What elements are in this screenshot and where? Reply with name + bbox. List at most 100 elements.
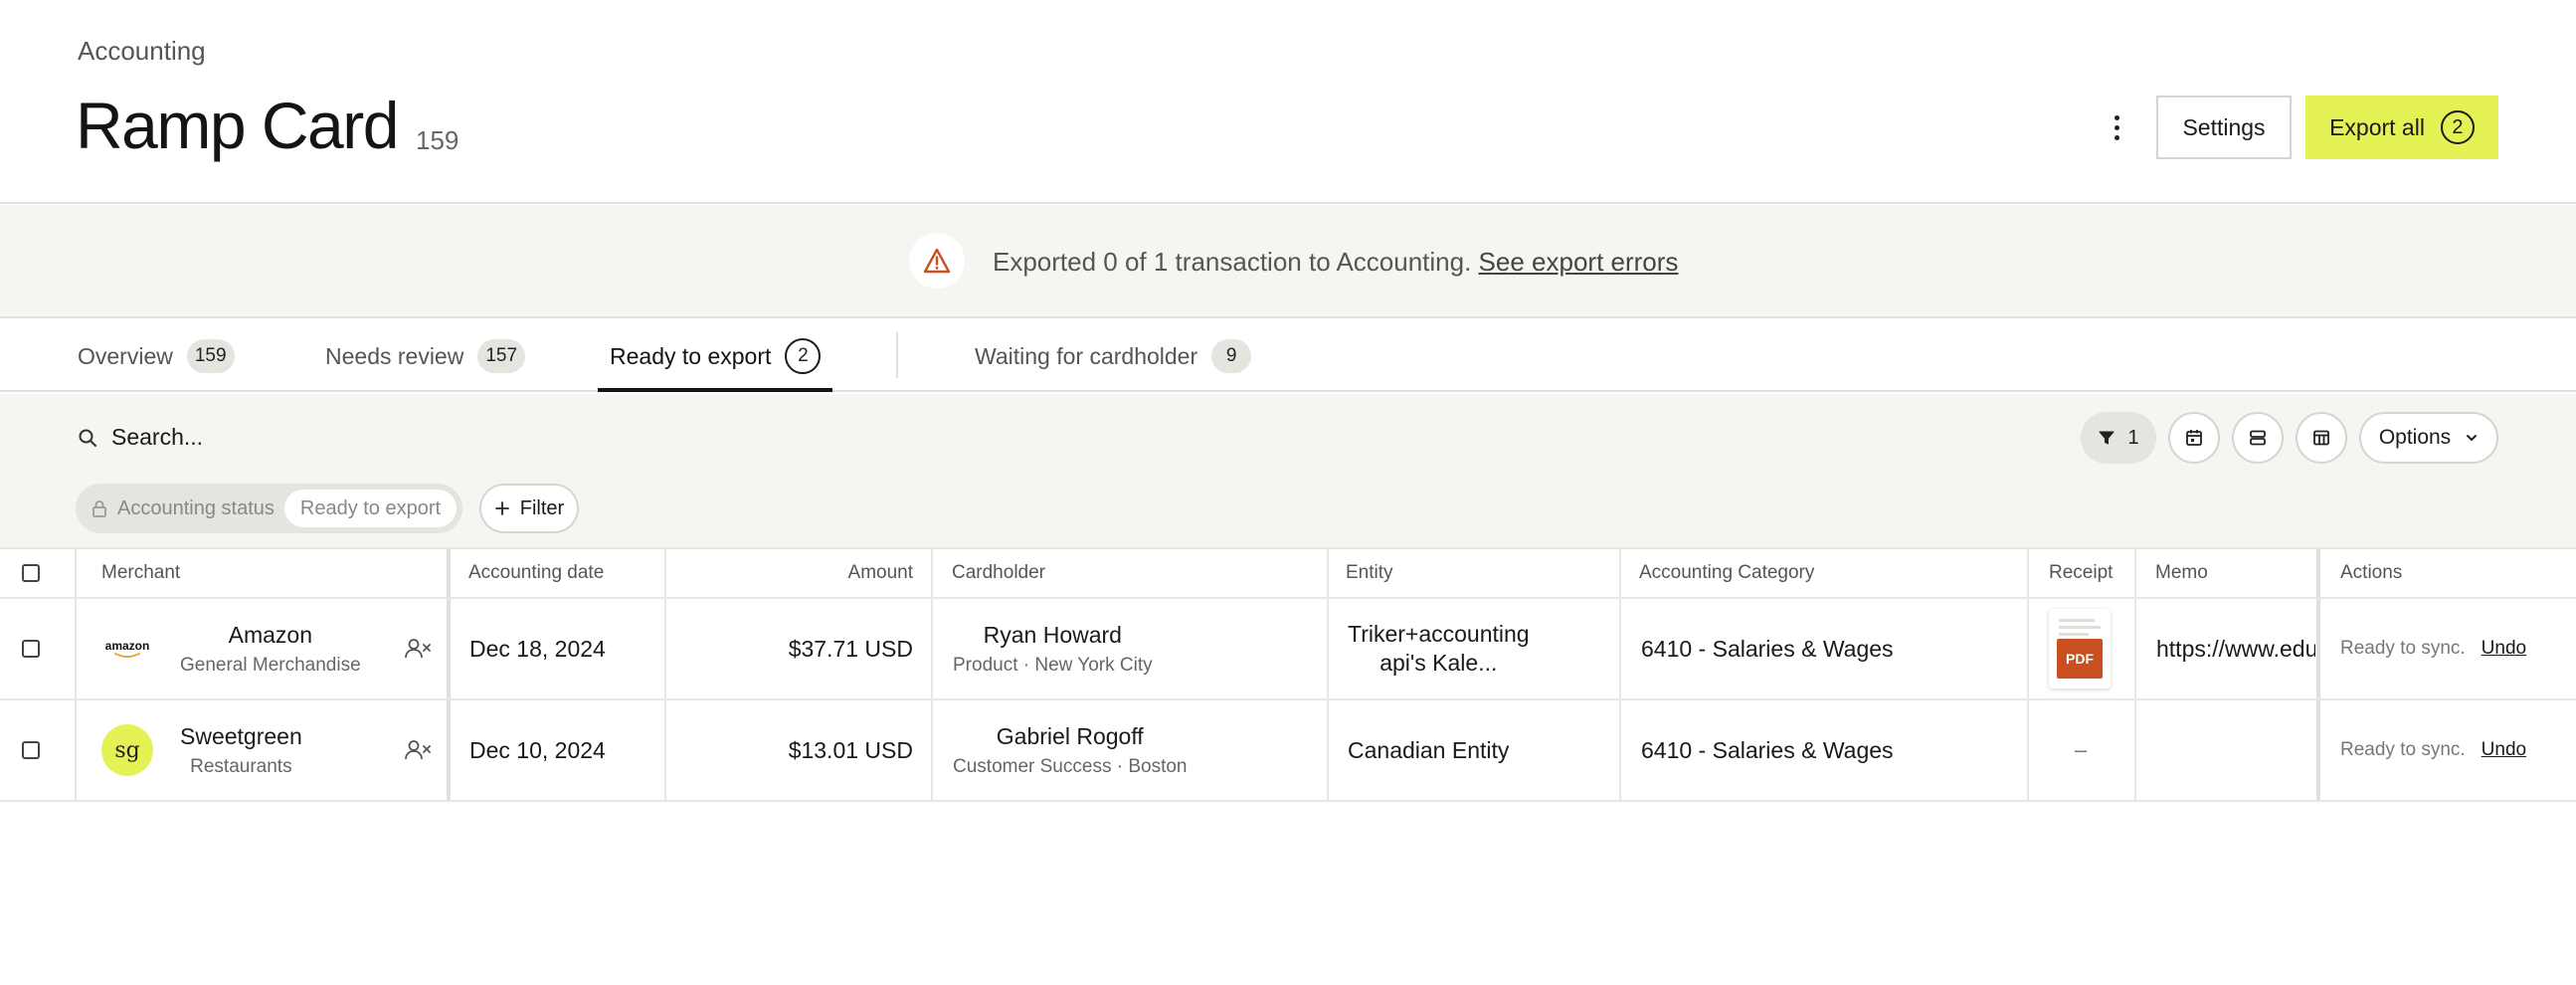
sweetgreen-logo: sg <box>101 724 153 776</box>
settings-button[interactable]: Settings <box>2156 96 2292 159</box>
tab-label: Waiting for cardholder <box>975 342 1198 369</box>
table-toolbar: Search... 1 Options Accounting status Re… <box>0 394 2576 547</box>
search-icon <box>79 429 96 447</box>
more-options-icon[interactable] <box>2099 109 2134 145</box>
banner-message-wrap: Exported 0 of 1 transaction to Accountin… <box>993 247 1678 278</box>
options-label: Options <box>2378 426 2452 449</box>
merchant-name: Sweetgreen <box>180 722 302 749</box>
tab-count-badge: 157 <box>477 339 526 373</box>
page-header: Accounting Ramp Card 159 Settings Export… <box>0 0 2576 204</box>
tab-ready-to-export[interactable]: Ready to export 2 <box>610 320 822 392</box>
select-all-checkbox[interactable] <box>22 549 40 597</box>
page-count: 159 <box>416 125 460 155</box>
tab-needs-review[interactable]: Needs review 157 <box>325 320 526 392</box>
export-all-button[interactable]: Export all 2 <box>2305 96 2498 159</box>
accounting-date[interactable]: Dec 10, 2024 <box>469 700 606 800</box>
amazon-logo: amazon <box>101 623 153 675</box>
column-header-accounting-date[interactable]: Accounting date <box>468 549 604 597</box>
tab-overview[interactable]: Overview 159 <box>78 320 235 392</box>
tab-waiting-for-cardholder[interactable]: Waiting for cardholder 9 <box>975 320 1252 392</box>
sync-status: Ready to sync. <box>2340 739 2466 760</box>
chip-label: Accounting status <box>117 496 275 519</box>
receipt-thumbnail[interactable]: PDF <box>2049 599 2111 698</box>
chip-value: Ready to export <box>283 490 458 527</box>
group-by-button[interactable] <box>2232 412 2284 464</box>
row-checkbox[interactable] <box>22 700 40 800</box>
user-remove-icon[interactable] <box>404 700 432 800</box>
cardholder-detail: Customer Success · Boston <box>953 755 1188 777</box>
tab-label: Overview <box>78 342 173 369</box>
options-dropdown[interactable]: Options <box>2359 412 2498 464</box>
merchant-name: Amazon <box>228 621 313 648</box>
amount: $37.71 USD <box>788 635 913 662</box>
cardholder-cell: Gabriel Rogoff Customer Success · Boston <box>953 700 1187 800</box>
column-header-accounting-category[interactable]: Accounting Category <box>1639 549 1814 597</box>
search-placeholder: Search... <box>111 424 204 450</box>
pdf-label: PDF <box>2057 639 2103 679</box>
cardholder-cell: Ryan Howard Product · New York City <box>953 599 1153 698</box>
accounting-date[interactable]: Dec 18, 2024 <box>469 599 606 698</box>
merchant-cell: Sweetgreen Restaurants <box>180 700 302 800</box>
tab-label: Needs review <box>325 342 464 369</box>
row-checkbox[interactable] <box>22 599 40 698</box>
tab-divider <box>896 332 898 378</box>
accounting-category[interactable]: 6410 - Salaries & Wages <box>1641 700 1894 800</box>
undo-link[interactable]: Undo <box>2482 638 2526 660</box>
memo[interactable]: https://www.edu <box>2156 599 2315 698</box>
accounting-category[interactable]: 6410 - Salaries & Wages <box>1641 599 1894 698</box>
cardholder-name: Ryan Howard <box>983 621 1122 648</box>
accounting-status-chip: Accounting status Ready to export <box>76 484 463 533</box>
see-export-errors-link[interactable]: See export errors <box>1479 247 1679 277</box>
tab-count-badge: 9 <box>1211 339 1252 373</box>
entity-line-1: Triker+accounting <box>1348 621 1530 647</box>
calendar-icon <box>2186 430 2202 446</box>
column-header-amount[interactable]: Amount <box>666 549 913 597</box>
banner-message: Exported 0 of 1 transaction to Accountin… <box>993 247 1472 277</box>
column-header-cardholder[interactable]: Cardholder <box>952 549 1045 597</box>
search-input[interactable]: Search... <box>78 424 203 451</box>
entity-cell[interactable]: Triker+accounting api's Kale... <box>1348 599 1530 698</box>
rows-icon <box>2250 430 2266 446</box>
entity-cell[interactable]: Canadian Entity <box>1348 700 1509 800</box>
actions-cell: Ready to sync. Undo <box>2340 599 2526 698</box>
column-header-merchant[interactable]: Merchant <box>101 549 180 597</box>
merchant-category: Restaurants <box>190 755 292 777</box>
tab-count-badge: 2 <box>785 338 822 374</box>
filter-label: Filter <box>519 496 565 519</box>
pdf-icon: PDF <box>2049 609 2111 689</box>
actions-cell: Ready to sync. Undo <box>2340 700 2526 800</box>
cardholder-detail: Product · New York City <box>953 654 1153 676</box>
amount: $13.01 USD <box>788 736 913 763</box>
merchant-logo: amazon <box>101 599 153 698</box>
sync-status: Ready to sync. <box>2340 638 2466 659</box>
column-header-actions: Actions <box>2340 562 2403 583</box>
column-header-entity[interactable]: Entity <box>1346 549 1393 597</box>
cardholder-name: Gabriel Rogoff <box>996 722 1144 749</box>
active-filters-button[interactable]: 1 <box>2081 412 2156 464</box>
tab-label: Ready to export <box>610 342 772 369</box>
tab-count-badge: 159 <box>186 339 235 373</box>
tab-bar: Overview 159 Needs review 157 Ready to e… <box>0 320 2576 392</box>
merchant-cell: Amazon General Merchandise <box>180 599 361 698</box>
funnel-icon <box>2099 431 2115 445</box>
undo-link[interactable]: Undo <box>2482 739 2526 761</box>
table-row[interactable]: sg Sweetgreen Restaurants Dec 10, 2024 $… <box>0 700 2576 802</box>
chevron-down-icon <box>2467 435 2478 441</box>
entity-line-2: api's Kale... <box>1380 650 1498 676</box>
date-range-button[interactable] <box>2168 412 2220 464</box>
lock-icon <box>92 500 106 517</box>
active-tab-indicator <box>598 388 832 392</box>
filter-count: 1 <box>2127 426 2139 449</box>
column-header-memo[interactable]: Memo <box>2155 549 2208 597</box>
plus-icon <box>494 501 509 515</box>
receipt-empty[interactable]: – <box>2027 700 2134 800</box>
breadcrumb[interactable]: Accounting <box>78 36 206 67</box>
columns-button[interactable] <box>2296 412 2347 464</box>
add-filter-button[interactable]: Filter <box>479 484 579 533</box>
amazon-logo-text: amazon <box>104 639 150 653</box>
column-header-receipt[interactable]: Receipt <box>2049 549 2113 597</box>
user-remove-icon[interactable] <box>404 599 432 698</box>
table-row[interactable]: amazon Amazon General Merchandise Dec 18… <box>0 599 2576 700</box>
warning-icon <box>909 233 965 289</box>
page-title: Ramp Card <box>76 89 399 162</box>
